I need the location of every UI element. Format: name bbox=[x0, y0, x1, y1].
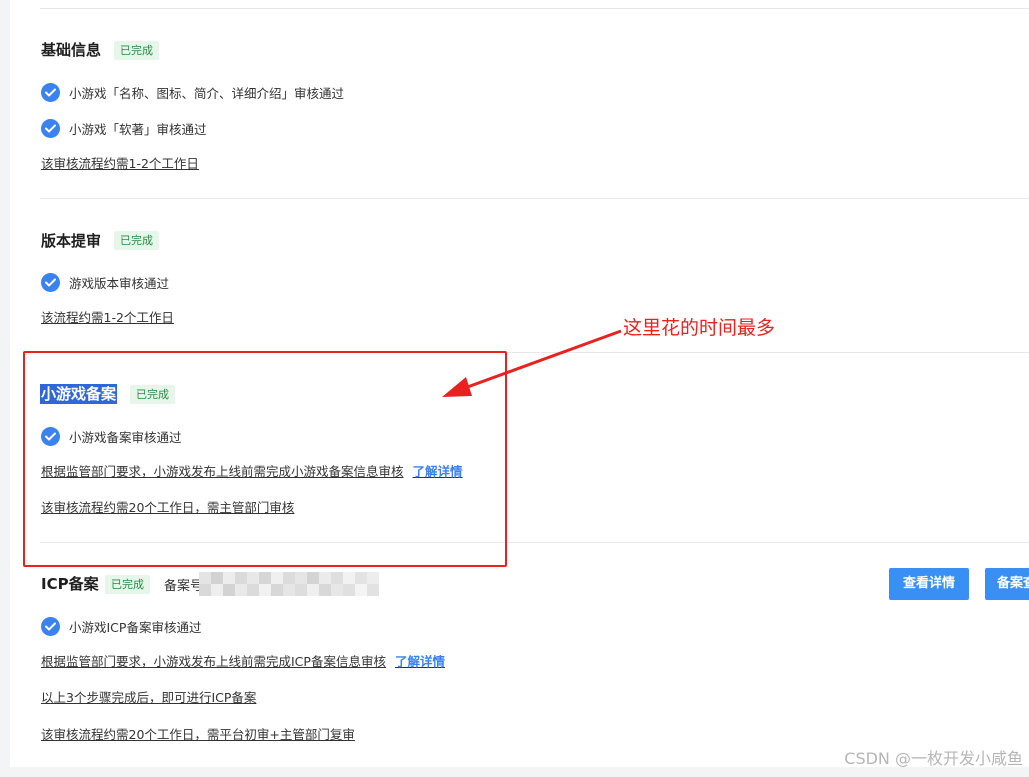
annotation-text: 这里花的时间最多 bbox=[623, 317, 776, 339]
watermark: CSDN @一枚开发小咸鱼 bbox=[844, 749, 1023, 768]
annotation-arrow-icon bbox=[442, 329, 622, 397]
